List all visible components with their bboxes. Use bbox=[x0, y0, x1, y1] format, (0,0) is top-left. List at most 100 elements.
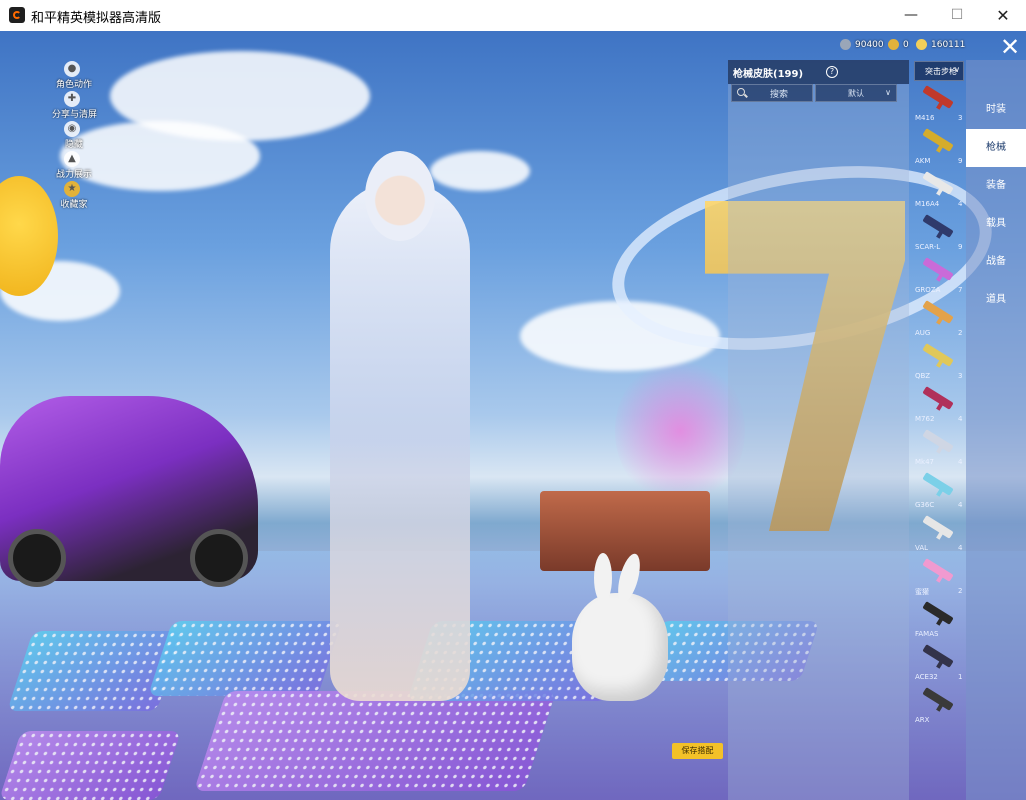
menu-collector[interactable]: ★ 收藏家 bbox=[52, 181, 112, 210]
weapon-count: 7 bbox=[958, 286, 963, 294]
chevron-down-icon: ∨ bbox=[885, 88, 891, 97]
car-wheel bbox=[8, 529, 66, 587]
power-icon: ▲ bbox=[64, 151, 80, 167]
menu-label: 分享与清屏 bbox=[52, 110, 98, 120]
rifle-icon bbox=[922, 85, 954, 109]
collection-icon: ★ bbox=[64, 181, 80, 197]
weapon-category-dropdown[interactable]: 突击步枪 ∨ bbox=[914, 61, 964, 81]
rifle-icon bbox=[922, 472, 954, 496]
search-input[interactable]: 搜索 bbox=[731, 84, 813, 102]
weapon-name: FAMAS bbox=[915, 630, 939, 638]
tab-fashion[interactable]: 时装 bbox=[966, 91, 1026, 129]
rifle-icon bbox=[922, 300, 954, 324]
weapon-count: 9 bbox=[958, 157, 963, 165]
weapon-item-g36c[interactable]: G36C 4 bbox=[912, 470, 965, 513]
weapon-item-arx[interactable]: ARX bbox=[912, 685, 965, 728]
weapon-item-m416[interactable]: M416 3 bbox=[912, 83, 965, 126]
maximize-button[interactable]: ☐ bbox=[934, 0, 980, 31]
save-outfit-button[interactable]: 保存搭配 bbox=[672, 743, 723, 759]
player-character[interactable] bbox=[330, 181, 470, 701]
weapon-name: GROZA bbox=[915, 286, 941, 294]
bunny-pet[interactable] bbox=[572, 553, 668, 701]
tab-items[interactable]: 道具 bbox=[966, 281, 1026, 319]
currency-gems: 160111 bbox=[916, 39, 965, 50]
menu-character-action[interactable]: ● 角色动作 bbox=[52, 61, 112, 90]
window-title: 和平精英模拟器高清版 bbox=[31, 11, 162, 26]
weapon-item-akm[interactable]: AKM 9 bbox=[912, 126, 965, 169]
sort-dropdown[interactable]: 默认 ∨ bbox=[815, 84, 897, 102]
currency-gold: 0 bbox=[888, 39, 909, 50]
rifle-icon bbox=[922, 644, 954, 668]
game-viewport[interactable]: ● 角色动作 ✚ 分享与清屏 ◉ 隐藏 ▲ 战力展示 ★ 收藏家 90400 0… bbox=[0, 31, 1026, 800]
search-icon bbox=[737, 88, 745, 96]
category-label: 突击步枪 bbox=[925, 67, 957, 76]
rifle-icon bbox=[922, 128, 954, 152]
sort-label: 默认 bbox=[848, 89, 864, 98]
weapon-item-scar-l[interactable]: SCAR-L 9 bbox=[912, 212, 965, 255]
rifle-icon bbox=[922, 171, 954, 195]
weapon-name: 蜜獾 bbox=[915, 588, 929, 596]
distant-building bbox=[540, 491, 710, 571]
currency-value: 160111 bbox=[931, 40, 966, 50]
rifle-icon bbox=[922, 687, 954, 711]
rifle-icon bbox=[922, 515, 954, 539]
weapon-item-ace32[interactable]: ACE32 1 bbox=[912, 642, 965, 685]
coin-icon bbox=[840, 39, 851, 50]
help-icon[interactable]: ? bbox=[826, 66, 838, 78]
weapon-count: 2 bbox=[958, 329, 963, 337]
person-icon: ● bbox=[64, 61, 80, 77]
weapon-item-m16a4[interactable]: M16A4 4 bbox=[912, 169, 965, 212]
weapon-count: 2 bbox=[958, 587, 963, 595]
weapon-name: VAL bbox=[915, 544, 929, 552]
weapon-count: 4 bbox=[958, 415, 963, 423]
weapon-count: 9 bbox=[958, 243, 963, 251]
tab-vehicles[interactable]: 载具 bbox=[966, 205, 1026, 243]
rifle-icon bbox=[922, 601, 954, 625]
floor-tile bbox=[147, 621, 343, 696]
close-icon[interactable]: ✕ bbox=[996, 33, 1024, 61]
weapon-name: QBZ bbox=[915, 372, 931, 380]
gem-icon bbox=[916, 39, 927, 50]
weapon-item-qbz[interactable]: QBZ 3 bbox=[912, 341, 965, 384]
window-close-button[interactable]: ✕ bbox=[980, 0, 1026, 31]
weapon-item-m762[interactable]: M762 4 bbox=[912, 384, 965, 427]
currency-value: 0 bbox=[903, 40, 909, 50]
search-label: 搜索 bbox=[770, 90, 789, 100]
weapon-count: 3 bbox=[958, 372, 963, 380]
tab-weapons[interactable]: 枪械 bbox=[966, 129, 1026, 167]
rifle-icon bbox=[922, 343, 954, 367]
search-row: 搜索 默认 ∨ bbox=[731, 84, 906, 102]
weapon-skin-panel: 枪械皮肤(199) ? 搜索 默认 ∨ bbox=[728, 60, 909, 800]
app-logo-icon bbox=[9, 7, 25, 23]
weapon-name: ACE32 bbox=[915, 673, 938, 681]
rifle-icon bbox=[922, 257, 954, 281]
weapon-item-famas[interactable]: FAMAS bbox=[912, 599, 965, 642]
menu-label: 角色动作 bbox=[55, 80, 92, 90]
menu-label: 收藏家 bbox=[60, 200, 88, 210]
currency-coins: 90400 bbox=[840, 39, 884, 50]
weapon-name: ARX bbox=[915, 716, 930, 724]
weapon-item-groza[interactable]: GROZA 7 bbox=[912, 255, 965, 298]
weapon-item-honey-badger[interactable]: 蜜獾 2 bbox=[912, 556, 965, 599]
tab-equipment[interactable]: 装备 bbox=[966, 167, 1026, 205]
gold-icon bbox=[888, 39, 899, 50]
weapon-item-mk47[interactable]: Mk47 4 bbox=[912, 427, 965, 470]
minimize-button[interactable]: — bbox=[888, 0, 934, 31]
menu-label: 战力展示 bbox=[55, 170, 92, 180]
weapon-count: 4 bbox=[958, 200, 963, 208]
menu-label: 隐藏 bbox=[64, 140, 83, 150]
menu-power-display[interactable]: ▲ 战力展示 bbox=[52, 151, 112, 180]
weapon-item-aug[interactable]: AUG 2 bbox=[912, 298, 965, 341]
weapon-count: 4 bbox=[958, 458, 963, 466]
tab-combat-gear[interactable]: 战备 bbox=[966, 243, 1026, 281]
eye-icon: ◉ bbox=[64, 121, 80, 137]
weapon-count: 1 bbox=[958, 673, 963, 681]
menu-hide[interactable]: ◉ 隐藏 bbox=[52, 121, 112, 150]
rifle-icon bbox=[922, 214, 954, 238]
weapon-name: AUG bbox=[915, 329, 931, 337]
menu-share-clear[interactable]: ✚ 分享与清屏 bbox=[52, 91, 112, 120]
weapon-name: M16A4 bbox=[915, 200, 940, 208]
weapon-item-val[interactable]: VAL 4 bbox=[912, 513, 965, 556]
weapon-name: AKM bbox=[915, 157, 931, 165]
category-tabs: 时装 枪械 装备 载具 战备 道具 bbox=[966, 60, 1026, 800]
